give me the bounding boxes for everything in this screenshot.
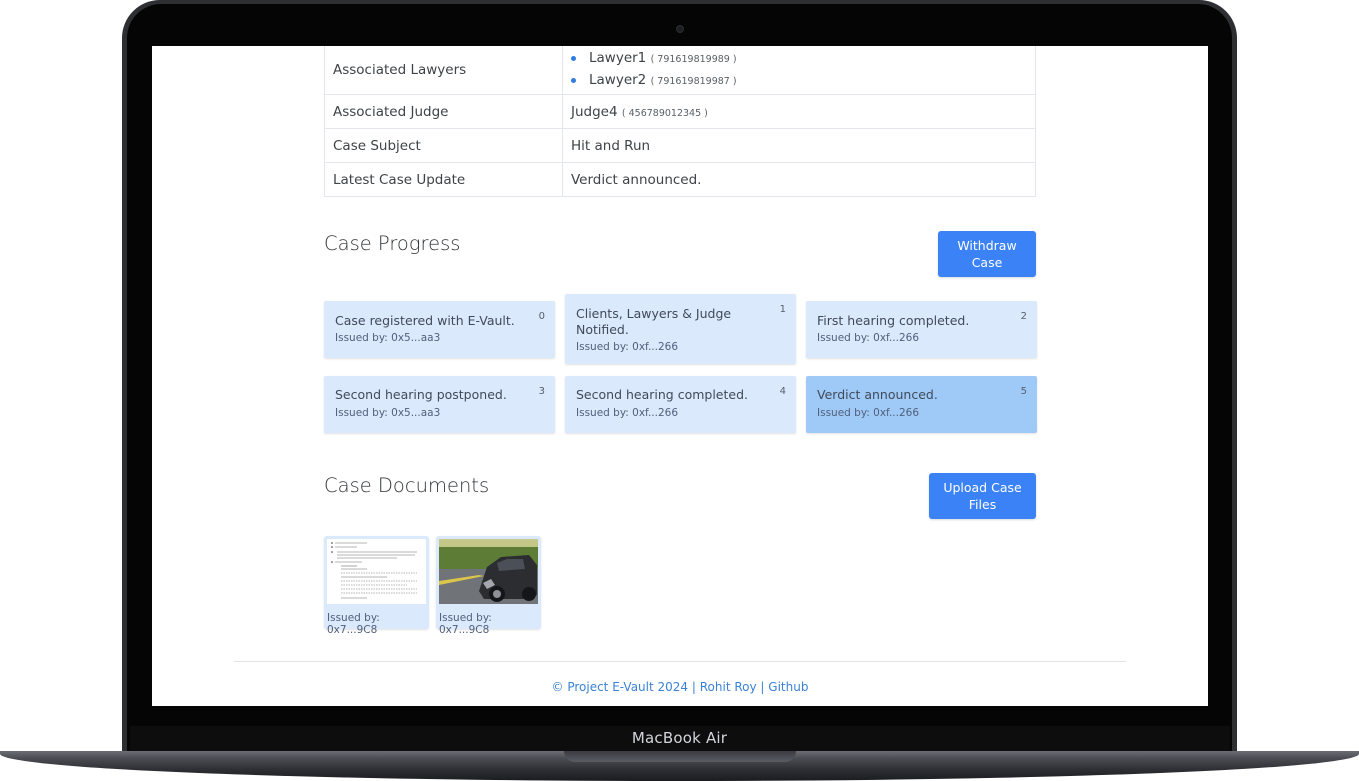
row-value: Hit and Run <box>562 128 1036 163</box>
list-item: Lawyer2 ( 791619819987 ) <box>571 70 1027 92</box>
progress-issuer: Issued by: 0x5...aa3 <box>335 332 441 344</box>
laptop-hinge-notch <box>564 751 796 762</box>
progress-card: Case registered with E-Vault. Issued by:… <box>324 301 555 358</box>
lawyer-id: ( 791619819989 ) <box>650 53 737 65</box>
judge-cell: Judge4 ( 456789012345 ) <box>562 94 1036 129</box>
progress-text: Clients, Lawyers & Judge Notified. <box>576 306 732 337</box>
progress-index: 4 <box>779 386 786 397</box>
row-label: Associated Lawyers <box>324 46 563 95</box>
progress-text: Verdict announced. <box>817 387 938 402</box>
lawyer-name: Lawyer2 <box>589 71 647 88</box>
table-row: Case Subject Hit and Run <box>324 128 1036 163</box>
progress-index: 2 <box>1020 311 1027 322</box>
footer-author-link[interactable]: Rohit Roy <box>700 680 757 694</box>
footer-separator: | <box>760 680 765 694</box>
document-card[interactable]: Issued by: 0x7...9C8 <box>324 536 429 636</box>
progress-card: Second hearing completed. Issued by: 0xf… <box>565 376 796 433</box>
browser-viewport: Associated Lawyers Lawyer1 ( 79161981998… <box>152 46 1208 706</box>
judge-id: ( 456789012345 ) <box>621 107 708 119</box>
progress-text: Second hearing postponed. <box>335 387 507 402</box>
list-item: Lawyer1 ( 791619819989 ) <box>571 48 1027 70</box>
withdraw-case-button[interactable]: Withdraw Case <box>938 231 1036 277</box>
camera-icon <box>677 26 683 32</box>
progress-card: Second hearing postponed. Issued by: 0x5… <box>324 376 555 433</box>
row-value: Verdict announced. <box>562 162 1036 197</box>
progress-issuer: Issued by: 0xf...266 <box>576 407 679 419</box>
progress-index: 5 <box>1020 386 1027 397</box>
progress-text: Case registered with E-Vault. <box>335 313 515 328</box>
footer-separator: | <box>691 680 696 694</box>
case-documents-title: Case Documents <box>324 474 490 497</box>
withdraw-label-line2: Case <box>971 255 1003 270</box>
progress-text: First hearing completed. <box>817 313 970 328</box>
document-issuer: Issued by: 0x7...9C8 <box>439 612 492 636</box>
judge-name: Judge4 <box>571 103 618 120</box>
upload-case-files-button[interactable]: Upload Case Files <box>929 473 1036 519</box>
upload-label-line1: Upload Case <box>943 480 1022 495</box>
progress-issuer: Issued by: 0xf...266 <box>817 332 920 344</box>
progress-index: 1 <box>779 304 786 315</box>
progress-issuer: Issued by: 0x5...aa3 <box>335 407 441 419</box>
table-row: Associated Judge Judge4 ( 456789012345 ) <box>324 94 1036 129</box>
progress-index: 0 <box>538 311 545 322</box>
car-crash-photo-icon[interactable] <box>439 539 538 604</box>
device-brand-label: MacBook Air <box>631 729 728 747</box>
upload-label-line2: Files <box>968 497 997 512</box>
progress-issuer: Issued by: 0xf...266 <box>576 341 679 353</box>
footer: © Project E-Vault 2024 | Rohit Roy | Git… <box>152 680 1208 694</box>
progress-index: 3 <box>538 386 545 397</box>
lawyer-id: ( 791619819987 ) <box>650 75 737 87</box>
footer-copyright: © Project E-Vault 2024 <box>551 680 689 694</box>
document-thumbnail-icon[interactable] <box>327 539 426 604</box>
lawyers-list: Lawyer1 ( 791619819989 ) Lawyer2 ( 79161… <box>571 48 1027 92</box>
lawyers-cell: Lawyer1 ( 791619819989 ) Lawyer2 ( 79161… <box>562 46 1036 95</box>
footer-github-link[interactable]: Github <box>768 680 808 694</box>
progress-issuer: Issued by: 0xf...266 <box>817 407 920 419</box>
withdraw-label-line1: Withdraw <box>957 238 1017 253</box>
footer-divider <box>234 661 1126 662</box>
progress-text: Second hearing completed. <box>576 387 748 402</box>
document-card[interactable]: Issued by: 0x7...9C8 <box>436 536 541 636</box>
table-row: Latest Case Update Verdict announced. <box>324 162 1036 197</box>
row-label: Latest Case Update <box>324 162 563 197</box>
document-issuer: Issued by: 0x7...9C8 <box>327 612 380 636</box>
case-progress-title: Case Progress <box>324 232 461 255</box>
row-label: Associated Judge <box>324 94 563 129</box>
row-label: Case Subject <box>324 128 563 163</box>
lawyer-name: Lawyer1 <box>589 49 647 66</box>
table-row: Associated Lawyers Lawyer1 ( 79161981998… <box>324 46 1036 95</box>
progress-card: First hearing completed. Issued by: 0xf.… <box>806 301 1037 358</box>
car-photo-icon <box>439 539 538 604</box>
progress-card-latest: Verdict announced. Issued by: 0xf...266 … <box>806 376 1037 433</box>
document-page-icon <box>327 539 426 604</box>
progress-card: Clients, Lawyers & Judge Notified. Issue… <box>565 294 796 364</box>
case-details-table: Associated Lawyers Lawyer1 ( 79161981998… <box>324 46 1036 197</box>
